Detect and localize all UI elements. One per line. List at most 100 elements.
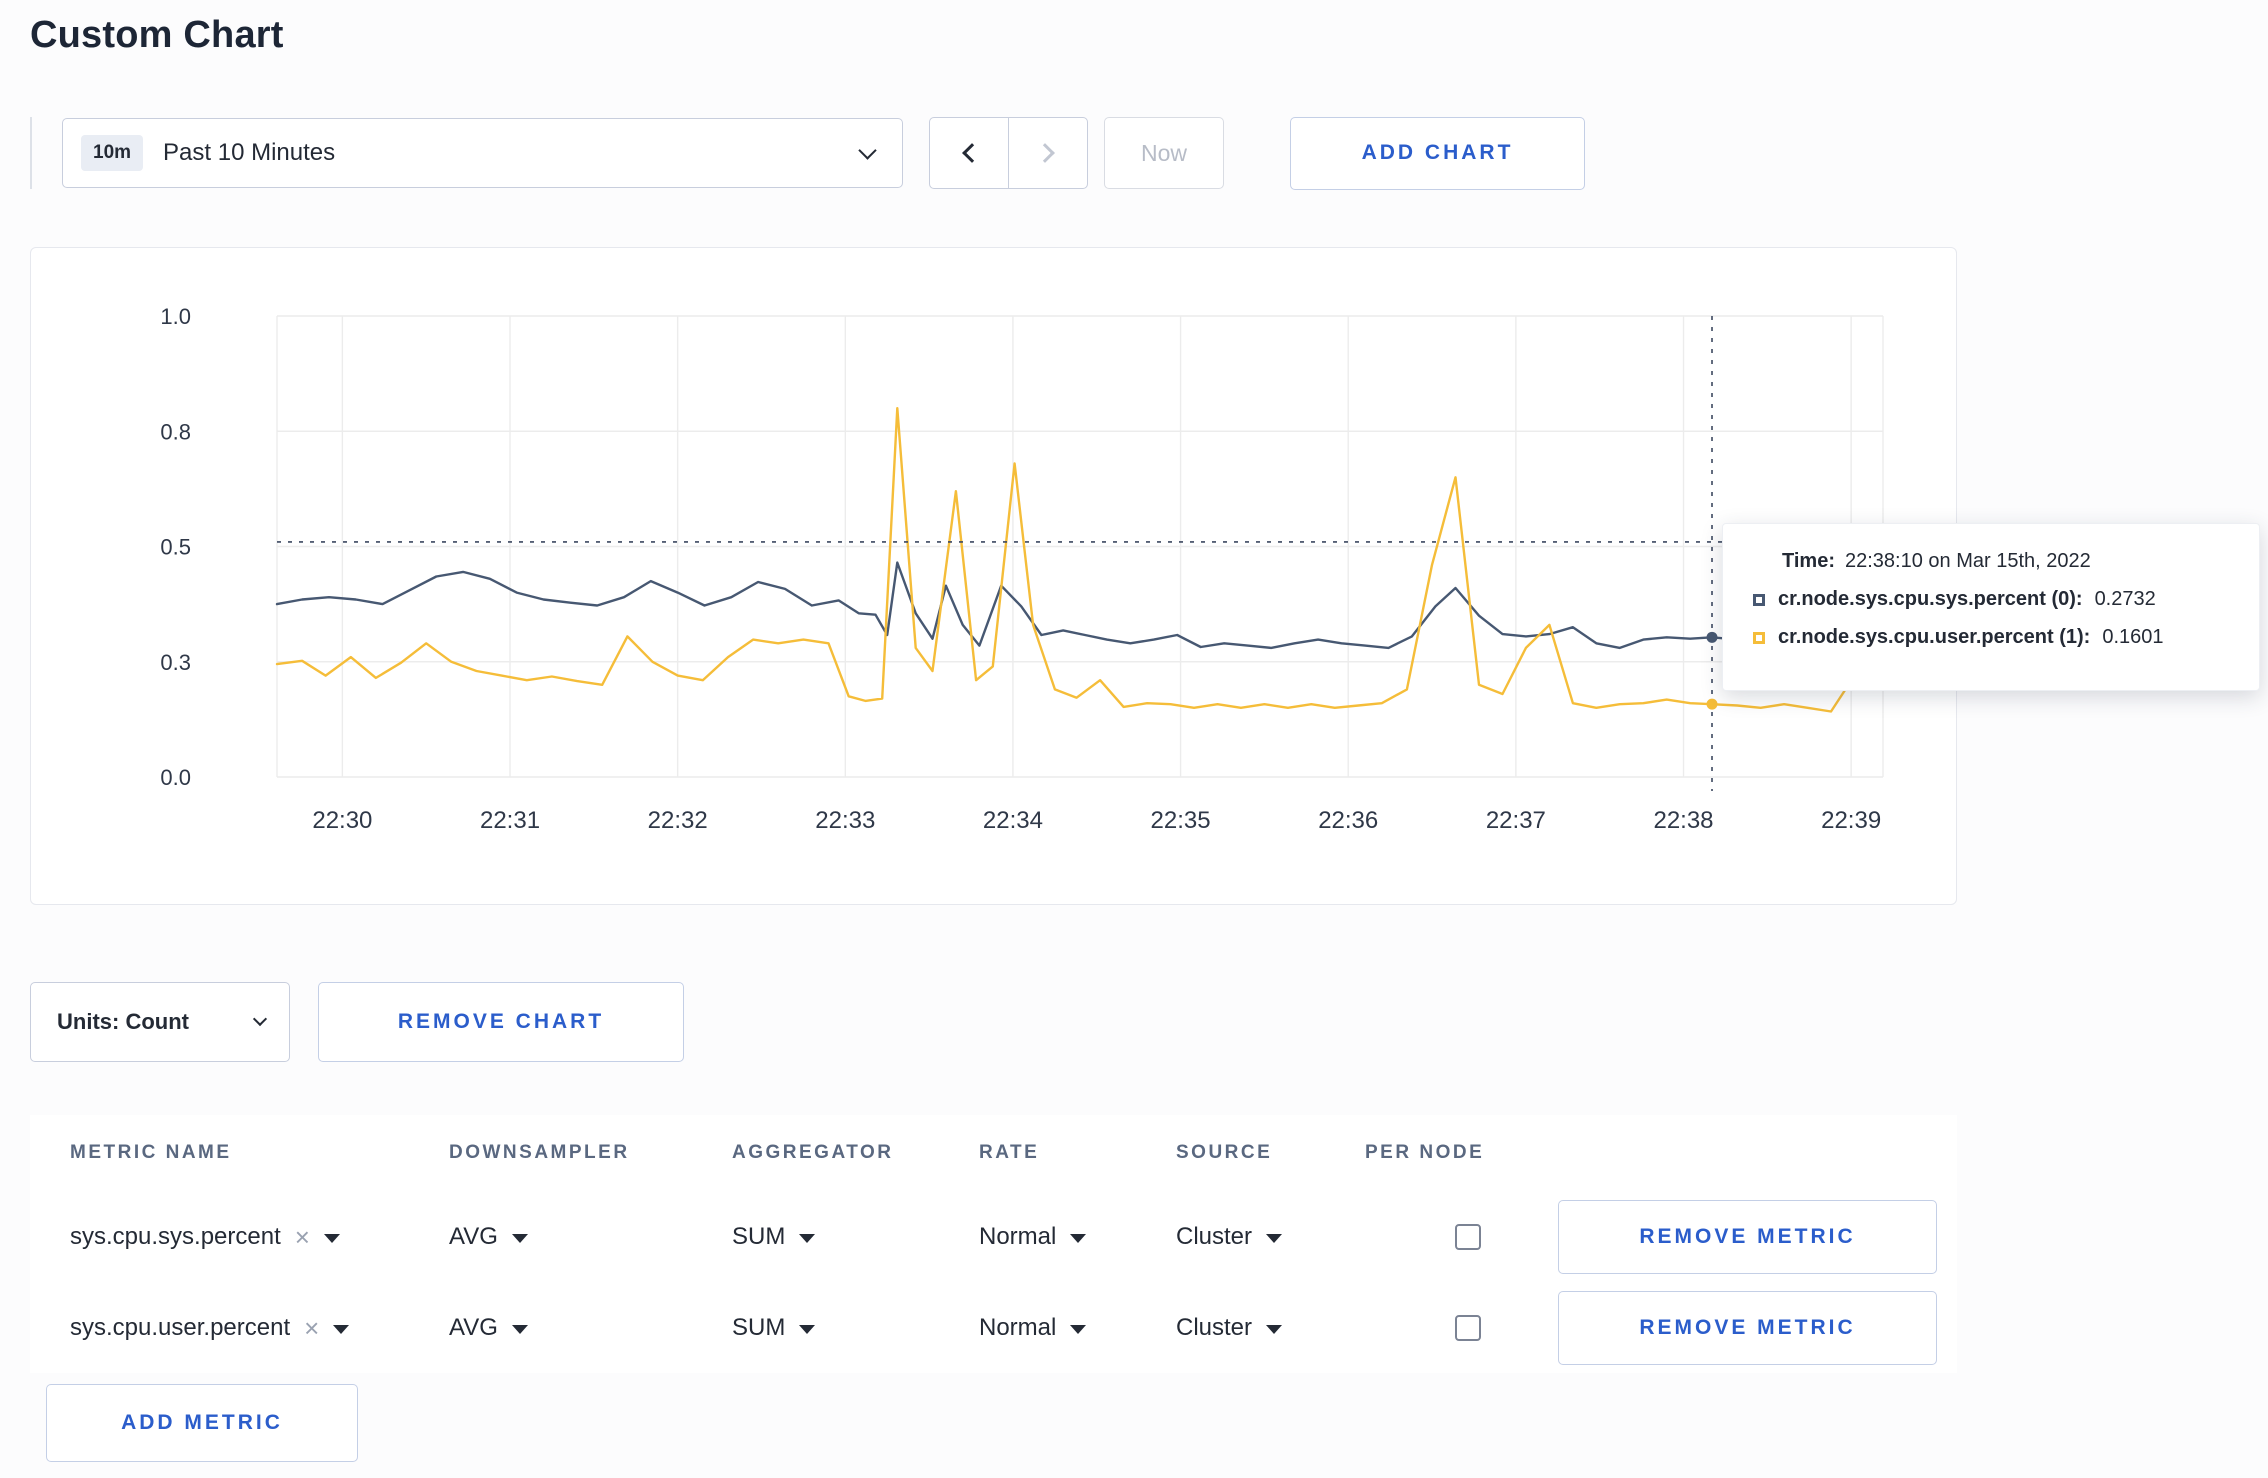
aggregator-value: SUM <box>732 1313 786 1341</box>
chevron-down-icon <box>858 140 877 160</box>
per-node-cell <box>1365 1223 1558 1250</box>
dropdown-arrow-icon <box>799 1233 816 1243</box>
now-button[interactable]: Now <box>1104 117 1224 189</box>
per-node-checkbox[interactable] <box>1455 1314 1481 1341</box>
time-range-select[interactable]: 10m Past 10 Minutes <box>62 118 903 188</box>
svg-text:22:36: 22:36 <box>1318 807 1378 834</box>
metric-name-value: sys.cpu.user.percent <box>70 1313 291 1341</box>
aggregator-select[interactable]: SUM <box>732 1314 979 1342</box>
svg-text:22:38: 22:38 <box>1653 807 1713 834</box>
tooltip-series-label: cr.node.sys.cpu.sys.percent (0): <box>1778 588 2083 610</box>
svg-text:22:31: 22:31 <box>480 807 540 834</box>
table-header-row: METRIC NAME DOWNSAMPLER AGGREGATOR RATE … <box>30 1115 1957 1191</box>
svg-text:22:32: 22:32 <box>648 807 708 834</box>
tooltip-series-row: cr.node.sys.cpu.sys.percent (0): 0.2732 <box>1753 588 2233 611</box>
col-header-per-node: PER NODE <box>1365 1142 1485 1163</box>
dropdown-arrow-icon <box>1070 1324 1087 1334</box>
svg-text:22:37: 22:37 <box>1486 807 1546 834</box>
toolbar-divider <box>30 117 32 189</box>
back-arrow-button[interactable] <box>929 117 1009 189</box>
col-header-downsampler: DOWNSAMPLER <box>449 1142 630 1163</box>
metric-name-select[interactable]: sys.cpu.sys.percent × <box>70 1223 449 1251</box>
downsampler-value: AVG <box>449 1222 498 1250</box>
source-select[interactable]: Cluster <box>1176 1223 1365 1251</box>
dropdown-arrow-icon <box>511 1233 528 1243</box>
dropdown-arrow-icon <box>511 1324 528 1334</box>
tooltip-time-label: Time: <box>1782 550 1835 572</box>
svg-text:0.5: 0.5 <box>160 535 191 560</box>
aggregator-select[interactable]: SUM <box>732 1223 979 1251</box>
add-chart-button[interactable]: ADD CHART <box>1290 116 1585 190</box>
col-header-rate: RATE <box>979 1142 1040 1163</box>
metric-name-select[interactable]: sys.cpu.user.percent × <box>70 1314 449 1342</box>
time-nav-group <box>929 117 1088 189</box>
tooltip-series-row: cr.node.sys.cpu.user.percent (1): 0.1601 <box>1753 626 2233 649</box>
rate-select[interactable]: Normal <box>979 1314 1176 1342</box>
actions-cell: REMOVE METRIC <box>1558 1199 1957 1274</box>
dropdown-arrow-icon <box>1266 1324 1283 1334</box>
downsampler-select[interactable]: AVG <box>449 1314 732 1342</box>
col-header-metric-name: METRIC NAME <box>70 1142 232 1163</box>
custom-chart-page: Custom Chart 10m Past 10 Minutes Now ADD… <box>0 14 2268 1478</box>
chart-card: 0.0 0.3 0.5 0.8 1.0 22:30 22:31 22:32 22:33 22:34… <box>30 247 1957 905</box>
svg-text:22:39: 22:39 <box>1821 807 1881 834</box>
tooltip-time: Time: 22:38:10 on Mar 15th, 2022 <box>1753 550 2233 573</box>
chevron-right-icon <box>1035 143 1055 163</box>
svg-text:22:34: 22:34 <box>983 807 1043 834</box>
metric-name-value: sys.cpu.sys.percent <box>70 1222 281 1250</box>
rate-value: Normal <box>979 1222 1057 1250</box>
dropdown-arrow-icon <box>1070 1233 1087 1243</box>
metrics-table: METRIC NAME DOWNSAMPLER AGGREGATOR RATE … <box>30 1115 1957 1373</box>
page-title: Custom Chart <box>30 14 284 56</box>
downsampler-value: AVG <box>449 1313 498 1341</box>
svg-text:0.3: 0.3 <box>160 650 191 675</box>
source-select[interactable]: Cluster <box>1176 1314 1365 1342</box>
aggregator-value: SUM <box>732 1222 786 1250</box>
units-label: Units: Count <box>57 1009 189 1034</box>
col-header-source: SOURCE <box>1176 1142 1273 1163</box>
per-node-checkbox[interactable] <box>1455 1223 1481 1250</box>
remove-chart-button[interactable]: REMOVE CHART <box>318 982 684 1062</box>
svg-text:22:35: 22:35 <box>1151 807 1211 834</box>
actions-cell: REMOVE METRIC <box>1558 1290 1957 1365</box>
tooltip-series-value: 0.2732 <box>2094 588 2156 610</box>
rate-value: Normal <box>979 1313 1057 1341</box>
time-range-label: Past 10 Minutes <box>163 139 336 166</box>
series-sys-swatch-icon <box>1753 593 1765 606</box>
svg-text:0.8: 0.8 <box>160 419 191 444</box>
chart-actions-row: Units: Count REMOVE CHART <box>30 982 2268 1062</box>
forward-arrow-button[interactable] <box>1008 117 1088 189</box>
per-node-cell <box>1365 1314 1558 1341</box>
chart-tooltip: Time: 22:38:10 on Mar 15th, 2022 cr.node.… <box>1722 523 2260 691</box>
toolbar: 10m Past 10 Minutes Now ADD CHART <box>30 116 2268 190</box>
tooltip-series-value: 0.1601 <box>2102 626 2164 648</box>
table-row: sys.cpu.sys.percent × AVG SUM Normal Clu… <box>30 1191 1957 1282</box>
svg-text:22:33: 22:33 <box>815 807 875 834</box>
dropdown-arrow-icon <box>323 1233 340 1243</box>
add-metric-button[interactable]: ADD METRIC <box>46 1384 358 1462</box>
clear-metric-icon[interactable]: × <box>304 1315 319 1341</box>
rate-select[interactable]: Normal <box>979 1223 1176 1251</box>
dropdown-arrow-icon <box>799 1324 816 1334</box>
svg-text:22:30: 22:30 <box>312 807 372 834</box>
source-value: Cluster <box>1176 1222 1253 1250</box>
tooltip-series-label: cr.node.sys.cpu.user.percent (1): <box>1778 626 2091 648</box>
chevron-left-icon <box>962 143 982 163</box>
remove-metric-button[interactable]: REMOVE METRIC <box>1558 1290 1937 1365</box>
svg-text:0.0: 0.0 <box>160 765 191 790</box>
line-chart[interactable]: 0.0 0.3 0.5 0.8 1.0 22:30 22:31 22:32 22:33 22:34… <box>31 248 1956 904</box>
time-range-badge: 10m <box>81 135 144 171</box>
downsampler-select[interactable]: AVG <box>449 1223 732 1251</box>
dropdown-arrow-icon <box>333 1324 350 1334</box>
series-user-swatch-icon <box>1753 631 1765 644</box>
units-select[interactable]: Units: Count <box>30 982 290 1062</box>
dropdown-arrow-icon <box>1266 1233 1283 1243</box>
chevron-down-icon <box>252 1011 268 1027</box>
clear-metric-icon[interactable]: × <box>295 1224 310 1250</box>
remove-metric-button[interactable]: REMOVE METRIC <box>1558 1199 1937 1274</box>
tooltip-time-value: 22:38:10 on Mar 15th, 2022 <box>1844 550 2091 572</box>
col-header-aggregator: AGGREGATOR <box>732 1142 894 1163</box>
source-value: Cluster <box>1176 1313 1253 1341</box>
svg-text:1.0: 1.0 <box>160 304 191 329</box>
table-row: sys.cpu.user.percent × AVG SUM Normal Cl… <box>30 1282 1957 1373</box>
